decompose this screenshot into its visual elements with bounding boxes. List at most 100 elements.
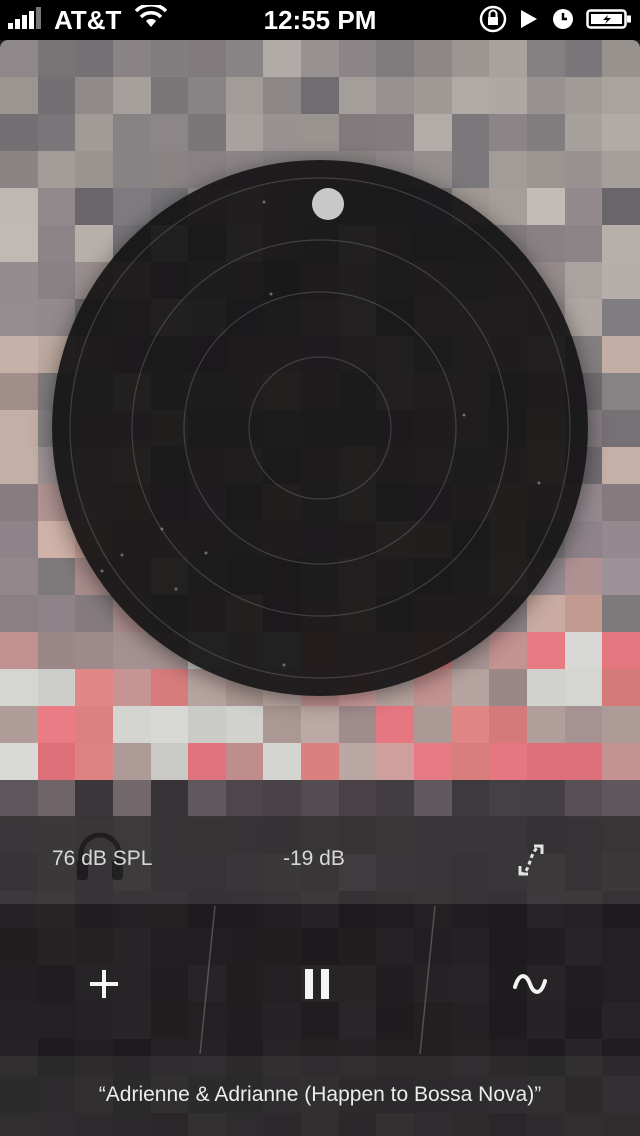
mosaic-tile: [0, 188, 38, 225]
controls-bar: [0, 904, 640, 1056]
mosaic-tile: [489, 77, 527, 114]
playback-disc[interactable]: [52, 160, 588, 696]
mosaic-tile: [263, 40, 302, 77]
mosaic-tile: [37, 77, 76, 114]
mosaic-tile: [338, 743, 377, 780]
mosaic-tile: [150, 743, 189, 780]
mosaic-tile: [0, 151, 38, 188]
mosaic-tile: [602, 188, 640, 225]
mosaic-tile: [225, 706, 264, 743]
mosaic-tile: [338, 40, 377, 77]
mosaic-tile: [564, 743, 603, 780]
mosaic-tile: [338, 77, 377, 114]
mosaic-tile: [0, 558, 38, 595]
now-playing-title-bar: “Adrienne & Adrianne (Happen to Bossa No…: [0, 1056, 640, 1136]
mosaic-tile: [263, 706, 302, 743]
mosaic-tile: [37, 706, 76, 743]
mosaic-tile: [602, 151, 640, 188]
mosaic-tile: [0, 114, 38, 151]
mosaic-tile: [451, 780, 490, 817]
mosaic-tile: [451, 743, 490, 780]
mosaic-tile: [225, 780, 264, 817]
mosaic-tile: [602, 780, 640, 817]
mosaic-tile: [301, 780, 339, 817]
mosaic-tile: [414, 77, 452, 114]
mosaic-tile: [602, 373, 640, 410]
mosaic-tile: [112, 77, 151, 114]
mosaic-tile: [602, 40, 640, 77]
mosaic-tile: [564, 706, 603, 743]
mosaic-tile: [376, 40, 415, 77]
mosaic-tile: [414, 706, 452, 743]
mosaic-tile: [112, 114, 151, 151]
mosaic-tile: [225, 77, 264, 114]
plus-icon[interactable]: [74, 958, 134, 1010]
mosaic-tile: [0, 336, 38, 373]
mosaic-tile: [564, 77, 603, 114]
mosaic-tile: [0, 484, 38, 521]
mosaic-tile: [188, 743, 226, 780]
mosaic-tile: [112, 743, 151, 780]
mosaic-tile: [301, 77, 339, 114]
mosaic-tile: [301, 743, 339, 780]
mosaic-tile: [414, 780, 452, 817]
mosaic-tile: [451, 40, 490, 77]
mosaic-tile: [338, 780, 377, 817]
mosaic-tile: [225, 114, 264, 151]
mosaic-tile: [150, 77, 189, 114]
mosaic-tile: [414, 743, 452, 780]
mosaic-tile: [112, 780, 151, 817]
mosaic-tile: [414, 40, 452, 77]
mosaic-tile: [451, 77, 490, 114]
mosaic-tile: [188, 77, 226, 114]
mosaic-tile: [37, 743, 76, 780]
mosaic-tile: [263, 114, 302, 151]
mosaic-tile: [489, 114, 527, 151]
level-bar: 76 dB SPL -19 dB: [0, 816, 640, 904]
mosaic-tile: [0, 521, 38, 558]
mosaic-tile: [75, 743, 113, 780]
mosaic-tile: [602, 77, 640, 114]
mosaic-tile: [376, 77, 415, 114]
now-playing-title: “Adrienne & Adrianne (Happen to Bossa No…: [98, 1083, 542, 1106]
mosaic-tile: [526, 780, 565, 817]
status-bar: AT&T 12:55 PM: [0, 0, 640, 40]
mosaic-tile: [602, 521, 640, 558]
mosaic-tile: [188, 40, 226, 77]
mosaic-tile: [602, 225, 640, 262]
spl-readout: 76 dB SPL: [52, 847, 153, 870]
mosaic-tile: [602, 484, 640, 521]
mosaic-tile: [0, 743, 38, 780]
mosaic-tile: [150, 114, 189, 151]
mosaic-tile: [301, 40, 339, 77]
mosaic-tile: [301, 114, 339, 151]
mosaic-tile: [376, 780, 415, 817]
mosaic-tile: [564, 114, 603, 151]
mosaic-tile: [150, 780, 189, 817]
mosaic-tile: [564, 780, 603, 817]
mosaic-tile: [451, 114, 490, 151]
alarm-icon: [540, 6, 576, 39]
mosaic-tile: [263, 743, 302, 780]
mosaic-tile: [602, 262, 640, 299]
gain-readout: -19 dB: [283, 847, 345, 870]
sine-wave-icon[interactable]: [500, 958, 560, 1010]
mosaic-tile: [0, 706, 38, 743]
mosaic-tile: [0, 780, 38, 817]
mosaic-tile: [564, 40, 603, 77]
mosaic-tile: [263, 780, 302, 817]
curve-icon[interactable]: [514, 840, 550, 886]
mosaic-tile: [0, 225, 38, 262]
mosaic-tile: [225, 40, 264, 77]
play-icon: [508, 7, 540, 38]
mosaic-tile: [188, 114, 226, 151]
mosaic-tile: [489, 40, 527, 77]
mosaic-tile: [602, 669, 640, 706]
mosaic-tile: [75, 706, 113, 743]
pause-icon[interactable]: [287, 958, 347, 1010]
mosaic-tile: [602, 706, 640, 743]
disc-position-knob[interactable]: [312, 188, 344, 220]
mosaic-tile: [526, 706, 565, 743]
mosaic-tile: [489, 780, 527, 817]
rotation-lock-icon: [468, 4, 508, 41]
